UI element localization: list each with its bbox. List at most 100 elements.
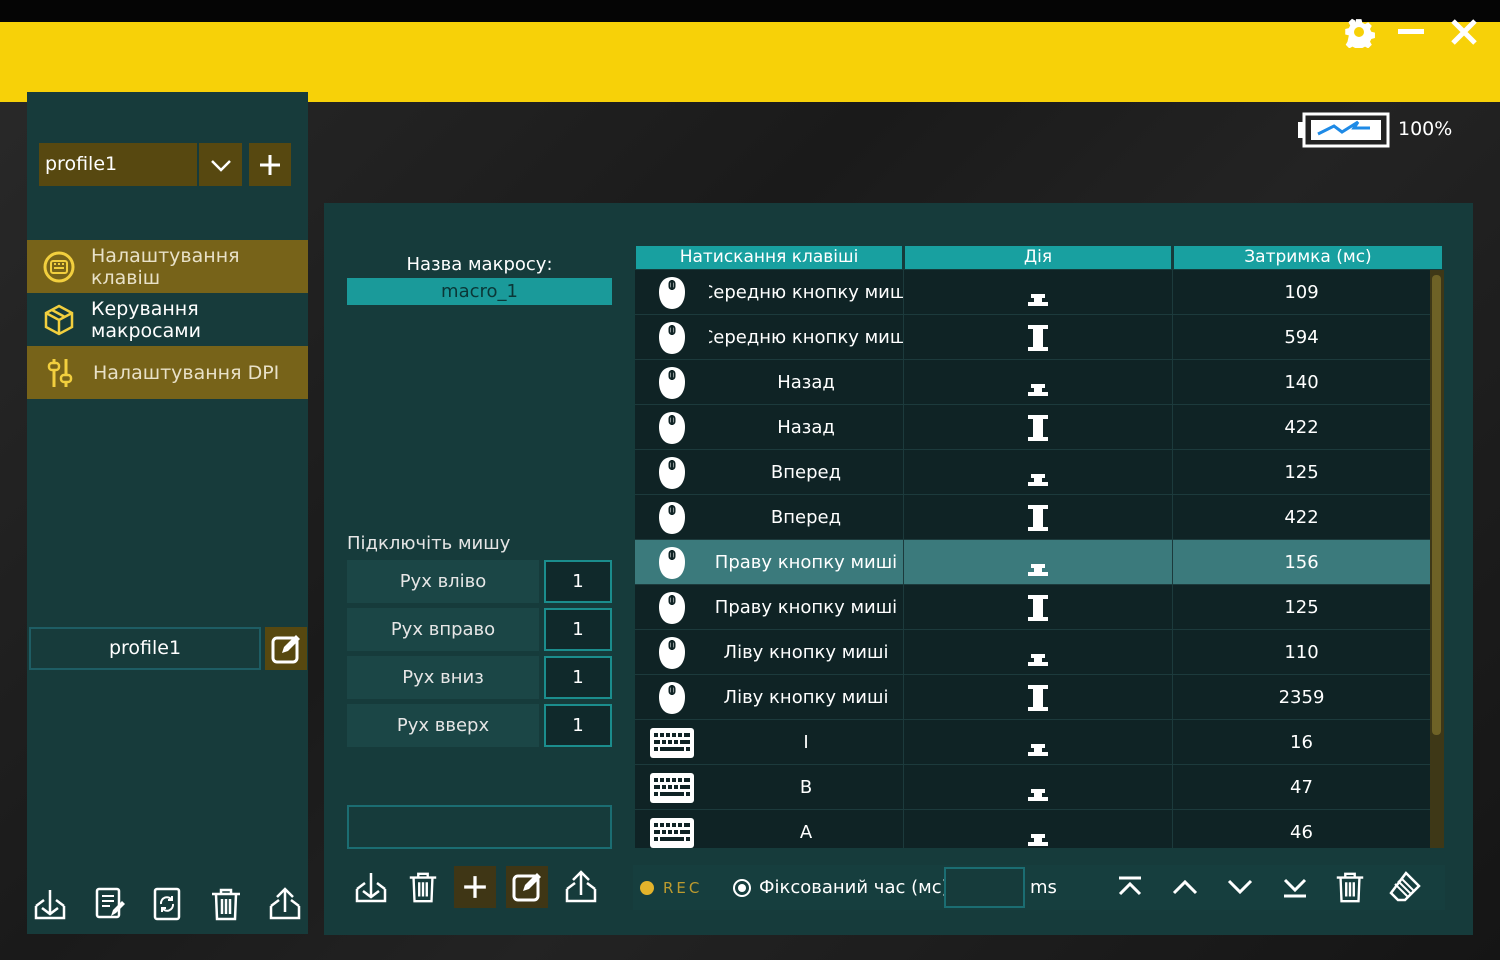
- event-key: Середню кнопку миші: [709, 327, 903, 348]
- table-row[interactable]: A 46: [635, 810, 1430, 848]
- key-release-icon: [903, 720, 1173, 765]
- edit-macro-button[interactable]: [506, 866, 548, 908]
- event-key: B: [799, 777, 813, 798]
- edit-icon: [271, 634, 300, 663]
- event-delay: 46: [1290, 822, 1313, 843]
- mouse-icon: [635, 315, 709, 360]
- event-delay: 140: [1284, 372, 1319, 393]
- table-row[interactable]: Ліву кнопку миші 2359: [635, 675, 1430, 720]
- keyboard-icon: [635, 720, 709, 765]
- move-down-input[interactable]: 1: [544, 656, 612, 699]
- macro-name-input[interactable]: macro_1: [347, 278, 612, 305]
- minimize-icon: [1398, 29, 1424, 34]
- record-dot-icon: [640, 881, 654, 895]
- mouse-icon: [635, 630, 709, 675]
- header-delay: Затримка (мс): [1174, 246, 1442, 269]
- mouse-icon: [635, 585, 709, 630]
- header-action: Дія: [905, 246, 1171, 269]
- delete-event-button[interactable]: [1330, 867, 1370, 907]
- fixed-time-input[interactable]: [944, 867, 1025, 908]
- plus-icon: [464, 876, 486, 898]
- nav-label: Налаштування клавіш: [91, 244, 240, 289]
- mouse-icon: [635, 270, 709, 315]
- battery-icon: [1298, 112, 1390, 148]
- move-left-input[interactable]: 1: [544, 560, 612, 603]
- table-scrollbar-thumb[interactable]: [1432, 275, 1441, 735]
- event-key: Назад: [777, 417, 835, 438]
- table-row[interactable]: Назад 422: [635, 405, 1430, 450]
- table-row[interactable]: B 47: [635, 765, 1430, 810]
- import-profile-button[interactable]: [30, 884, 70, 924]
- settings-button[interactable]: [1341, 14, 1377, 50]
- table-row[interactable]: Середню кнопку миші 109: [635, 270, 1430, 315]
- table-row[interactable]: Праву кнопку миші 156: [635, 540, 1430, 585]
- event-delay: 47: [1290, 777, 1313, 798]
- move-up-button[interactable]: [1165, 867, 1205, 907]
- chevron-down-icon: [210, 159, 231, 172]
- key-release-icon: [903, 270, 1173, 315]
- reset-profile-button[interactable]: [147, 884, 187, 924]
- table-row[interactable]: Вперед 125: [635, 450, 1430, 495]
- close-icon: [1451, 19, 1477, 45]
- mouse-icon: [635, 540, 709, 585]
- export-macro-button[interactable]: [560, 866, 602, 908]
- profile-name-field[interactable]: profile1: [29, 627, 261, 670]
- export-icon: [565, 870, 597, 903]
- move-up-input[interactable]: 1: [544, 704, 612, 747]
- record-button[interactable]: REC: [663, 879, 702, 897]
- event-key: Середню кнопку миші: [709, 282, 903, 303]
- event-key: Назад: [777, 372, 835, 393]
- export-profile-button[interactable]: [265, 884, 305, 924]
- move-right-input[interactable]: 1: [544, 608, 612, 651]
- macro-events-table: Середню кнопку миші 109 Середню кнопку миш…: [635, 270, 1430, 848]
- edit-profile-button[interactable]: [265, 627, 307, 670]
- table-row[interactable]: Середню кнопку миші 594: [635, 315, 1430, 360]
- fixed-time-radio[interactable]: [733, 879, 751, 897]
- event-key: Вперед: [770, 507, 842, 528]
- header-banner: [0, 22, 1500, 102]
- delete-macro-button[interactable]: [402, 866, 444, 908]
- move-down-button[interactable]: [1220, 867, 1260, 907]
- sidebar: [27, 92, 308, 934]
- dpi-sliders-icon: [27, 346, 93, 399]
- move-top-icon: [1118, 876, 1142, 896]
- import-icon: [355, 873, 387, 903]
- title-bar: [0, 0, 1500, 22]
- mouse-icon: [635, 495, 709, 540]
- keyboard-icon: [635, 810, 709, 848]
- event-key: Праву кнопку миші: [714, 552, 898, 573]
- key-release-icon: [903, 630, 1173, 675]
- move-to-bottom-button[interactable]: [1275, 867, 1315, 907]
- import-icon: [34, 890, 66, 920]
- minimize-button[interactable]: [1393, 14, 1429, 50]
- mouse-icon: [635, 450, 709, 495]
- nav-key-settings[interactable]: Налаштування клавіш: [27, 240, 308, 293]
- chevron-up-icon: [1172, 879, 1198, 895]
- add-profile-button[interactable]: [249, 143, 291, 186]
- import-macro-button[interactable]: [350, 866, 392, 908]
- move-to-top-button[interactable]: [1110, 867, 1150, 907]
- nav-macro-management[interactable]: Керування макросами: [27, 293, 308, 346]
- fixed-time-label: Фіксований час (мс): [759, 877, 949, 898]
- key-release-icon: [903, 360, 1173, 405]
- table-row[interactable]: Ліву кнопку миші 110: [635, 630, 1430, 675]
- table-row[interactable]: Праву кнопку миші 125: [635, 585, 1430, 630]
- table-row[interactable]: I 16: [635, 720, 1430, 765]
- event-key: Праву кнопку миші: [714, 597, 898, 618]
- event-key: Вперед: [770, 462, 842, 483]
- event-key: Ліву кнопку миші: [723, 687, 889, 708]
- close-button[interactable]: [1446, 14, 1482, 50]
- add-macro-button[interactable]: [454, 866, 496, 908]
- delete-profile-button[interactable]: [206, 884, 246, 924]
- macro-extra-input[interactable]: [347, 805, 612, 849]
- profile-dropdown-button[interactable]: [199, 143, 242, 186]
- profile-select[interactable]: profile1: [39, 143, 197, 186]
- event-key: Ліву кнопку миші: [723, 642, 889, 663]
- keyboard-icon: [27, 240, 91, 293]
- table-row[interactable]: Назад 140: [635, 360, 1430, 405]
- rename-profile-button[interactable]: [89, 884, 129, 924]
- table-row[interactable]: Вперед 422: [635, 495, 1430, 540]
- move-right-label: Рух вправо: [347, 608, 539, 651]
- nav-dpi-settings[interactable]: Налаштування DPI: [27, 346, 308, 399]
- clear-events-button[interactable]: [1385, 867, 1425, 907]
